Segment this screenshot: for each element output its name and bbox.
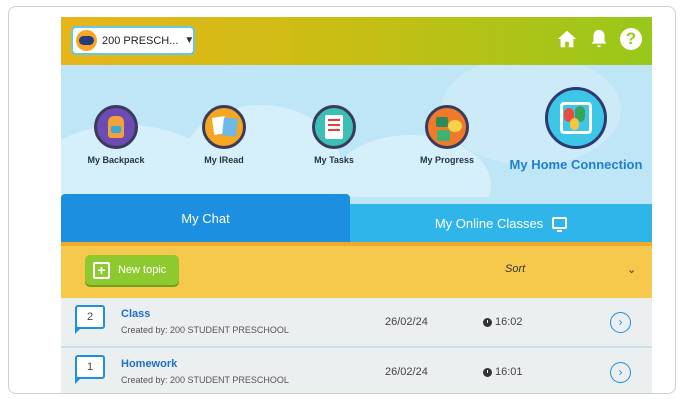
topic-title[interactable]: Homework	[121, 358, 177, 370]
topic-row[interactable]: 2 Class Created by: 200 STUDENT PRESCHOO…	[61, 298, 652, 347]
topic-creator: Created by: 200 STUDENT PRESCHOOL	[121, 375, 289, 385]
topic-time-value: 16:02	[495, 316, 523, 328]
message-count-badge: 2	[75, 305, 105, 334]
avatar	[76, 30, 97, 51]
home-connection-icon	[545, 87, 607, 149]
tasks-icon	[312, 105, 356, 149]
progress-icon	[425, 105, 469, 149]
app-window: 200 PRESCH... ▼ ? My Backpack My IRead M…	[61, 17, 652, 393]
help-icon[interactable]: ?	[620, 28, 642, 50]
nav-my-progress[interactable]: My Progress	[407, 105, 487, 165]
clock-icon	[483, 317, 492, 327]
sort-dropdown[interactable]: Sort	[505, 263, 525, 275]
nav-my-backpack[interactable]: My Backpack	[81, 105, 151, 165]
new-topic-button[interactable]: + New topic	[85, 255, 179, 285]
chevron-down-icon[interactable]: ⌄	[627, 263, 636, 276]
topic-creator: Created by: 200 STUDENT PRESCHOOL	[121, 325, 289, 335]
nav-my-home-connection[interactable]: My Home Connection	[501, 87, 651, 172]
nav-label: My Progress	[419, 155, 475, 165]
tab-bar: My Chat My Online Classes	[61, 194, 652, 242]
new-topic-label: New topic	[118, 264, 167, 276]
open-topic-button[interactable]: ›	[610, 312, 631, 333]
nav-label: My IRead	[204, 155, 244, 165]
tab-label: My Online Classes	[434, 215, 544, 231]
tab-my-chat[interactable]: My Chat	[61, 194, 350, 242]
navigation-area: My Backpack My IRead My Tasks My Progres…	[61, 65, 652, 197]
open-topic-button[interactable]: ›	[610, 362, 631, 383]
screen-icon	[552, 217, 568, 232]
school-selector-label: 200 PRESCH...	[102, 34, 179, 47]
plus-icon: +	[93, 261, 110, 279]
topic-list: 2 Class Created by: 200 STUDENT PRESCHOO…	[61, 298, 652, 393]
nav-label: My Backpack	[87, 155, 145, 165]
clock-icon	[483, 367, 492, 377]
chevron-down-icon: ▼	[184, 35, 195, 46]
message-count-badge: 1	[75, 355, 105, 384]
nav-my-tasks[interactable]: My Tasks	[299, 105, 369, 165]
tab-label: My Chat	[181, 210, 230, 226]
backpack-icon	[94, 105, 138, 149]
topic-title[interactable]: Class	[121, 308, 150, 320]
iread-icon	[202, 105, 246, 149]
tab-my-online-classes[interactable]: My Online Classes	[350, 204, 652, 242]
topic-row[interactable]: 1 Homework Created by: 200 STUDENT PRESC…	[61, 348, 652, 393]
nav-my-iread[interactable]: My IRead	[189, 105, 259, 165]
bell-icon[interactable]	[588, 28, 610, 50]
browser-frame: 200 PRESCH... ▼ ? My Backpack My IRead M…	[8, 6, 676, 394]
topic-time: 16:01	[483, 366, 523, 378]
school-selector[interactable]: 200 PRESCH... ▼	[71, 26, 195, 55]
nav-label: My Home Connection	[509, 157, 643, 172]
nav-label: My Tasks	[314, 155, 354, 165]
chat-toolbar: + New topic Sort ⌄	[61, 242, 652, 298]
topic-time-value: 16:01	[495, 366, 523, 378]
header-actions: ?	[556, 28, 642, 50]
top-bar: 200 PRESCH... ▼ ?	[61, 17, 652, 65]
topic-date: 26/02/24	[385, 316, 428, 328]
topic-time: 16:02	[483, 316, 523, 328]
topic-date: 26/02/24	[385, 366, 428, 378]
home-icon[interactable]	[556, 28, 578, 50]
